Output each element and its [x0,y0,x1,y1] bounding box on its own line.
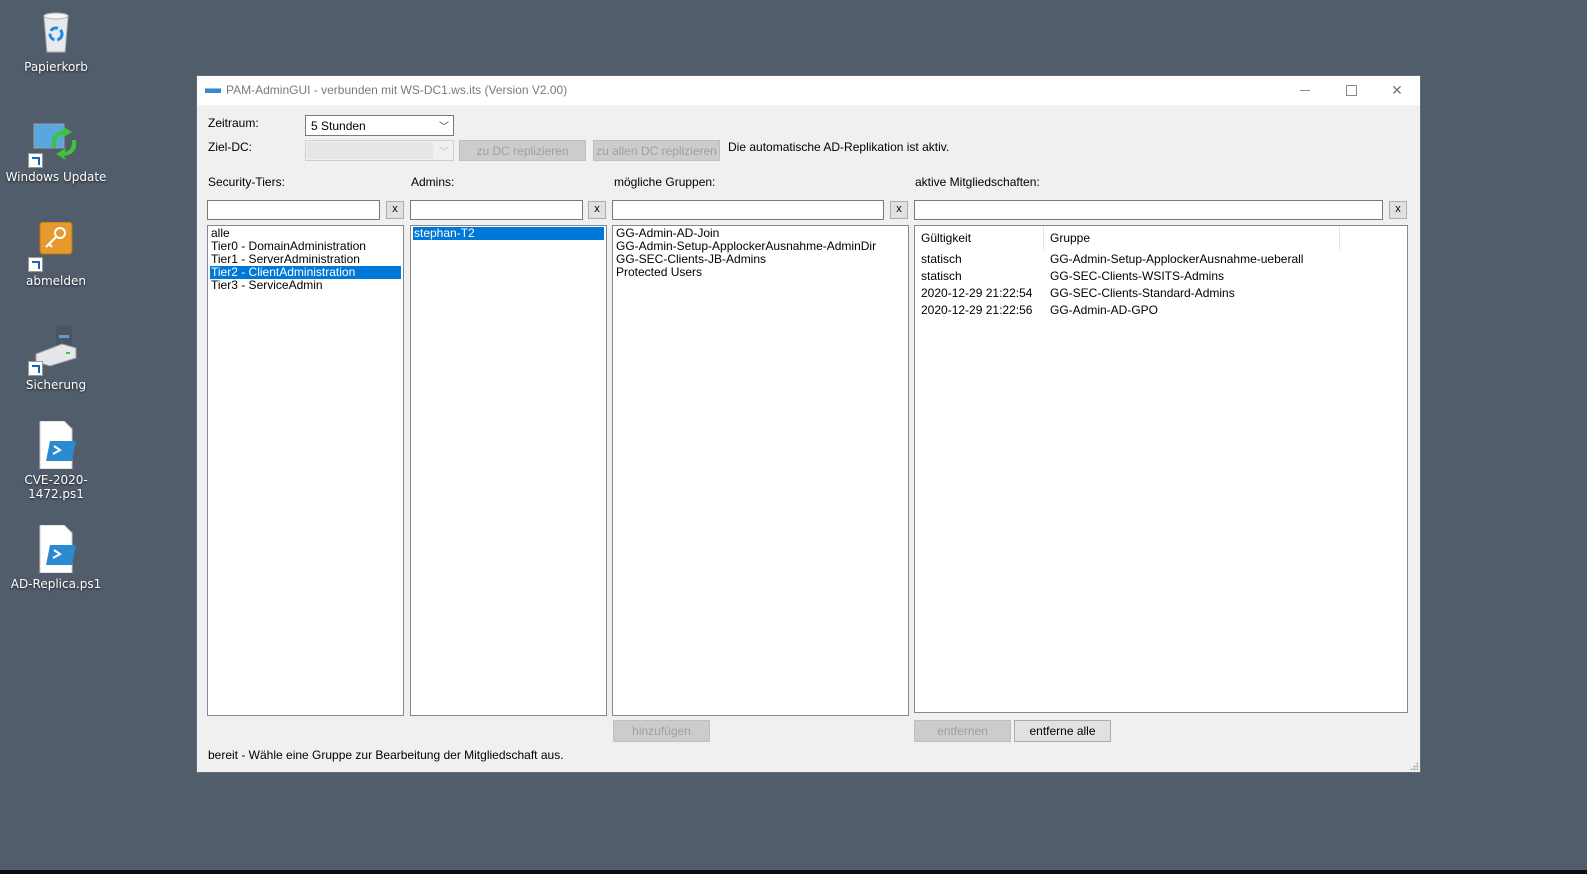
app-icon [205,88,221,93]
window-title: PAM-AdminGUI - verbunden mit WS-DC1.ws.i… [226,83,568,97]
tiers-clear-button[interactable]: x [386,201,404,219]
replicate-dc-button[interactable]: zu DC replizieren [459,140,586,161]
table-row[interactable]: 2020-12-29 21:22:56 GG-Admin-AD-GPO [915,302,1407,319]
admins-listbox[interactable]: stephan-T2 [410,225,607,716]
listview-header: Gültigkeit Gruppe [915,226,1407,250]
app-window: PAM-AdminGUI - verbunden mit WS-DC1.ws.i… [196,75,1421,773]
memberships-listview[interactable]: Gültigkeit Gruppe statisch GG-Admin-Setu… [914,225,1408,713]
desktop-icon-windows-update[interactable]: Windows Update [0,118,112,184]
groups-listbox[interactable]: GG-Admin-AD-Join GG-Admin-Setup-Applocke… [612,225,909,716]
validity-cell: statisch [921,252,962,266]
desktop-icon-label: Windows Update [5,170,107,184]
close-button[interactable]: ✕ [1374,76,1420,105]
active-memberships-label: aktive Mitgliedschaften: [915,175,1040,189]
add-button[interactable]: hinzufügen [613,720,710,742]
group-cell: GG-Admin-Setup-ApplockerAusnahme-ueberal… [1050,252,1304,266]
chevron-down-icon: ﹀ [439,147,449,158]
remove-button[interactable]: entfernen [914,720,1011,742]
group-cell: GG-SEC-Clients-WSITS-Admins [1050,269,1225,283]
list-item-selected[interactable]: stephan-T2 [413,227,604,240]
windows-update-icon [28,118,80,168]
chevron-down-icon: ﹀ [439,122,449,133]
remove-all-button[interactable]: entferne alle [1014,720,1111,742]
tiers-filter-input[interactable] [207,200,380,220]
group-cell: GG-Admin-AD-GPO [1050,303,1159,317]
memberships-filter-input[interactable] [914,200,1383,220]
replication-status: Die automatische AD-Replikation ist akti… [728,140,950,154]
table-row[interactable]: 2020-12-29 21:22:54 GG-SEC-Clients-Stand… [915,285,1407,302]
ziel-dc-dropdown[interactable]: ﹀ [305,140,454,161]
possible-groups-label: mögliche Gruppen: [614,175,716,189]
desktop-icon-recycle-bin[interactable]: Papierkorb [0,8,112,74]
shortcut-arrow-icon [28,257,43,272]
column-header-group[interactable]: Gruppe [1044,226,1340,250]
table-row[interactable]: statisch GG-SEC-Clients-WSITS-Admins [915,268,1407,285]
desktop-icon-label: Papierkorb [24,60,88,74]
resize-grip[interactable] [1410,762,1418,770]
backup-drive-icon [28,326,80,376]
taskbar-edge [0,870,1587,874]
admins-clear-button[interactable]: x [588,201,606,219]
minimize-button[interactable] [1282,76,1328,105]
recycle-bin-icon [32,8,80,56]
groups-filter-input[interactable] [612,200,884,220]
desktop-icon-cve-script[interactable]: CVE-2020-1472.ps1 [0,420,112,501]
table-row[interactable]: statisch GG-Admin-Setup-ApplockerAusnahm… [915,251,1407,268]
security-tiers-label: Security-Tiers: [208,175,285,189]
admins-filter-input[interactable] [410,200,583,220]
powershell-script-icon [32,524,80,574]
desktop-icon-label: CVE-2020-1472.ps1 [24,473,88,501]
ziel-dc-value [307,142,433,159]
tiers-listbox[interactable]: alle Tier0 - DomainAdministration Tier1 … [207,225,404,716]
replicate-all-dc-button[interactable]: zu allen DC replizieren [593,140,720,161]
key-icon [28,221,80,272]
validity-cell: 2020-12-29 21:22:54 [921,286,1033,300]
list-item[interactable]: Protected Users [615,266,906,279]
shortcut-arrow-icon [28,153,43,168]
minimize-icon [1300,90,1310,91]
maximize-button[interactable] [1328,76,1374,105]
zeitraum-label: Zeitraum: [208,116,259,130]
desktop-icon-label: AD-Replica.ps1 [10,577,102,591]
powershell-script-icon [32,420,80,470]
column-header-validity[interactable]: Gültigkeit [915,226,1044,250]
zeitraum-dropdown[interactable]: 5 Stunden ﹀ [305,115,454,136]
shortcut-arrow-icon [28,361,43,376]
close-icon: ✕ [1391,82,1403,98]
zeitraum-value: 5 Stunden [311,119,366,133]
desktop-icon-ad-replica-script[interactable]: AD-Replica.ps1 [0,524,112,591]
list-item[interactable]: Tier3 - ServiceAdmin [210,279,401,292]
ziel-dc-label: Ziel-DC: [208,140,252,154]
admins-label: Admins: [411,175,455,189]
desktop-icon-abmelden[interactable]: abmelden [0,221,112,288]
status-text: bereit - Wähle eine Gruppe zur Bearbeitu… [208,748,564,762]
title-bar[interactable]: PAM-AdminGUI - verbunden mit WS-DC1.ws.i… [197,76,1420,105]
desktop-icon-label: abmelden [26,274,86,288]
groups-clear-button[interactable]: x [890,201,908,219]
validity-cell: 2020-12-29 21:22:56 [921,303,1033,317]
memberships-clear-button[interactable]: x [1389,201,1407,219]
group-cell: GG-SEC-Clients-Standard-Admins [1050,286,1235,300]
maximize-icon [1345,85,1357,96]
desktop-icon-label: Sicherung [25,378,87,392]
validity-cell: statisch [921,269,962,283]
desktop-icon-sicherung[interactable]: Sicherung [0,326,112,392]
